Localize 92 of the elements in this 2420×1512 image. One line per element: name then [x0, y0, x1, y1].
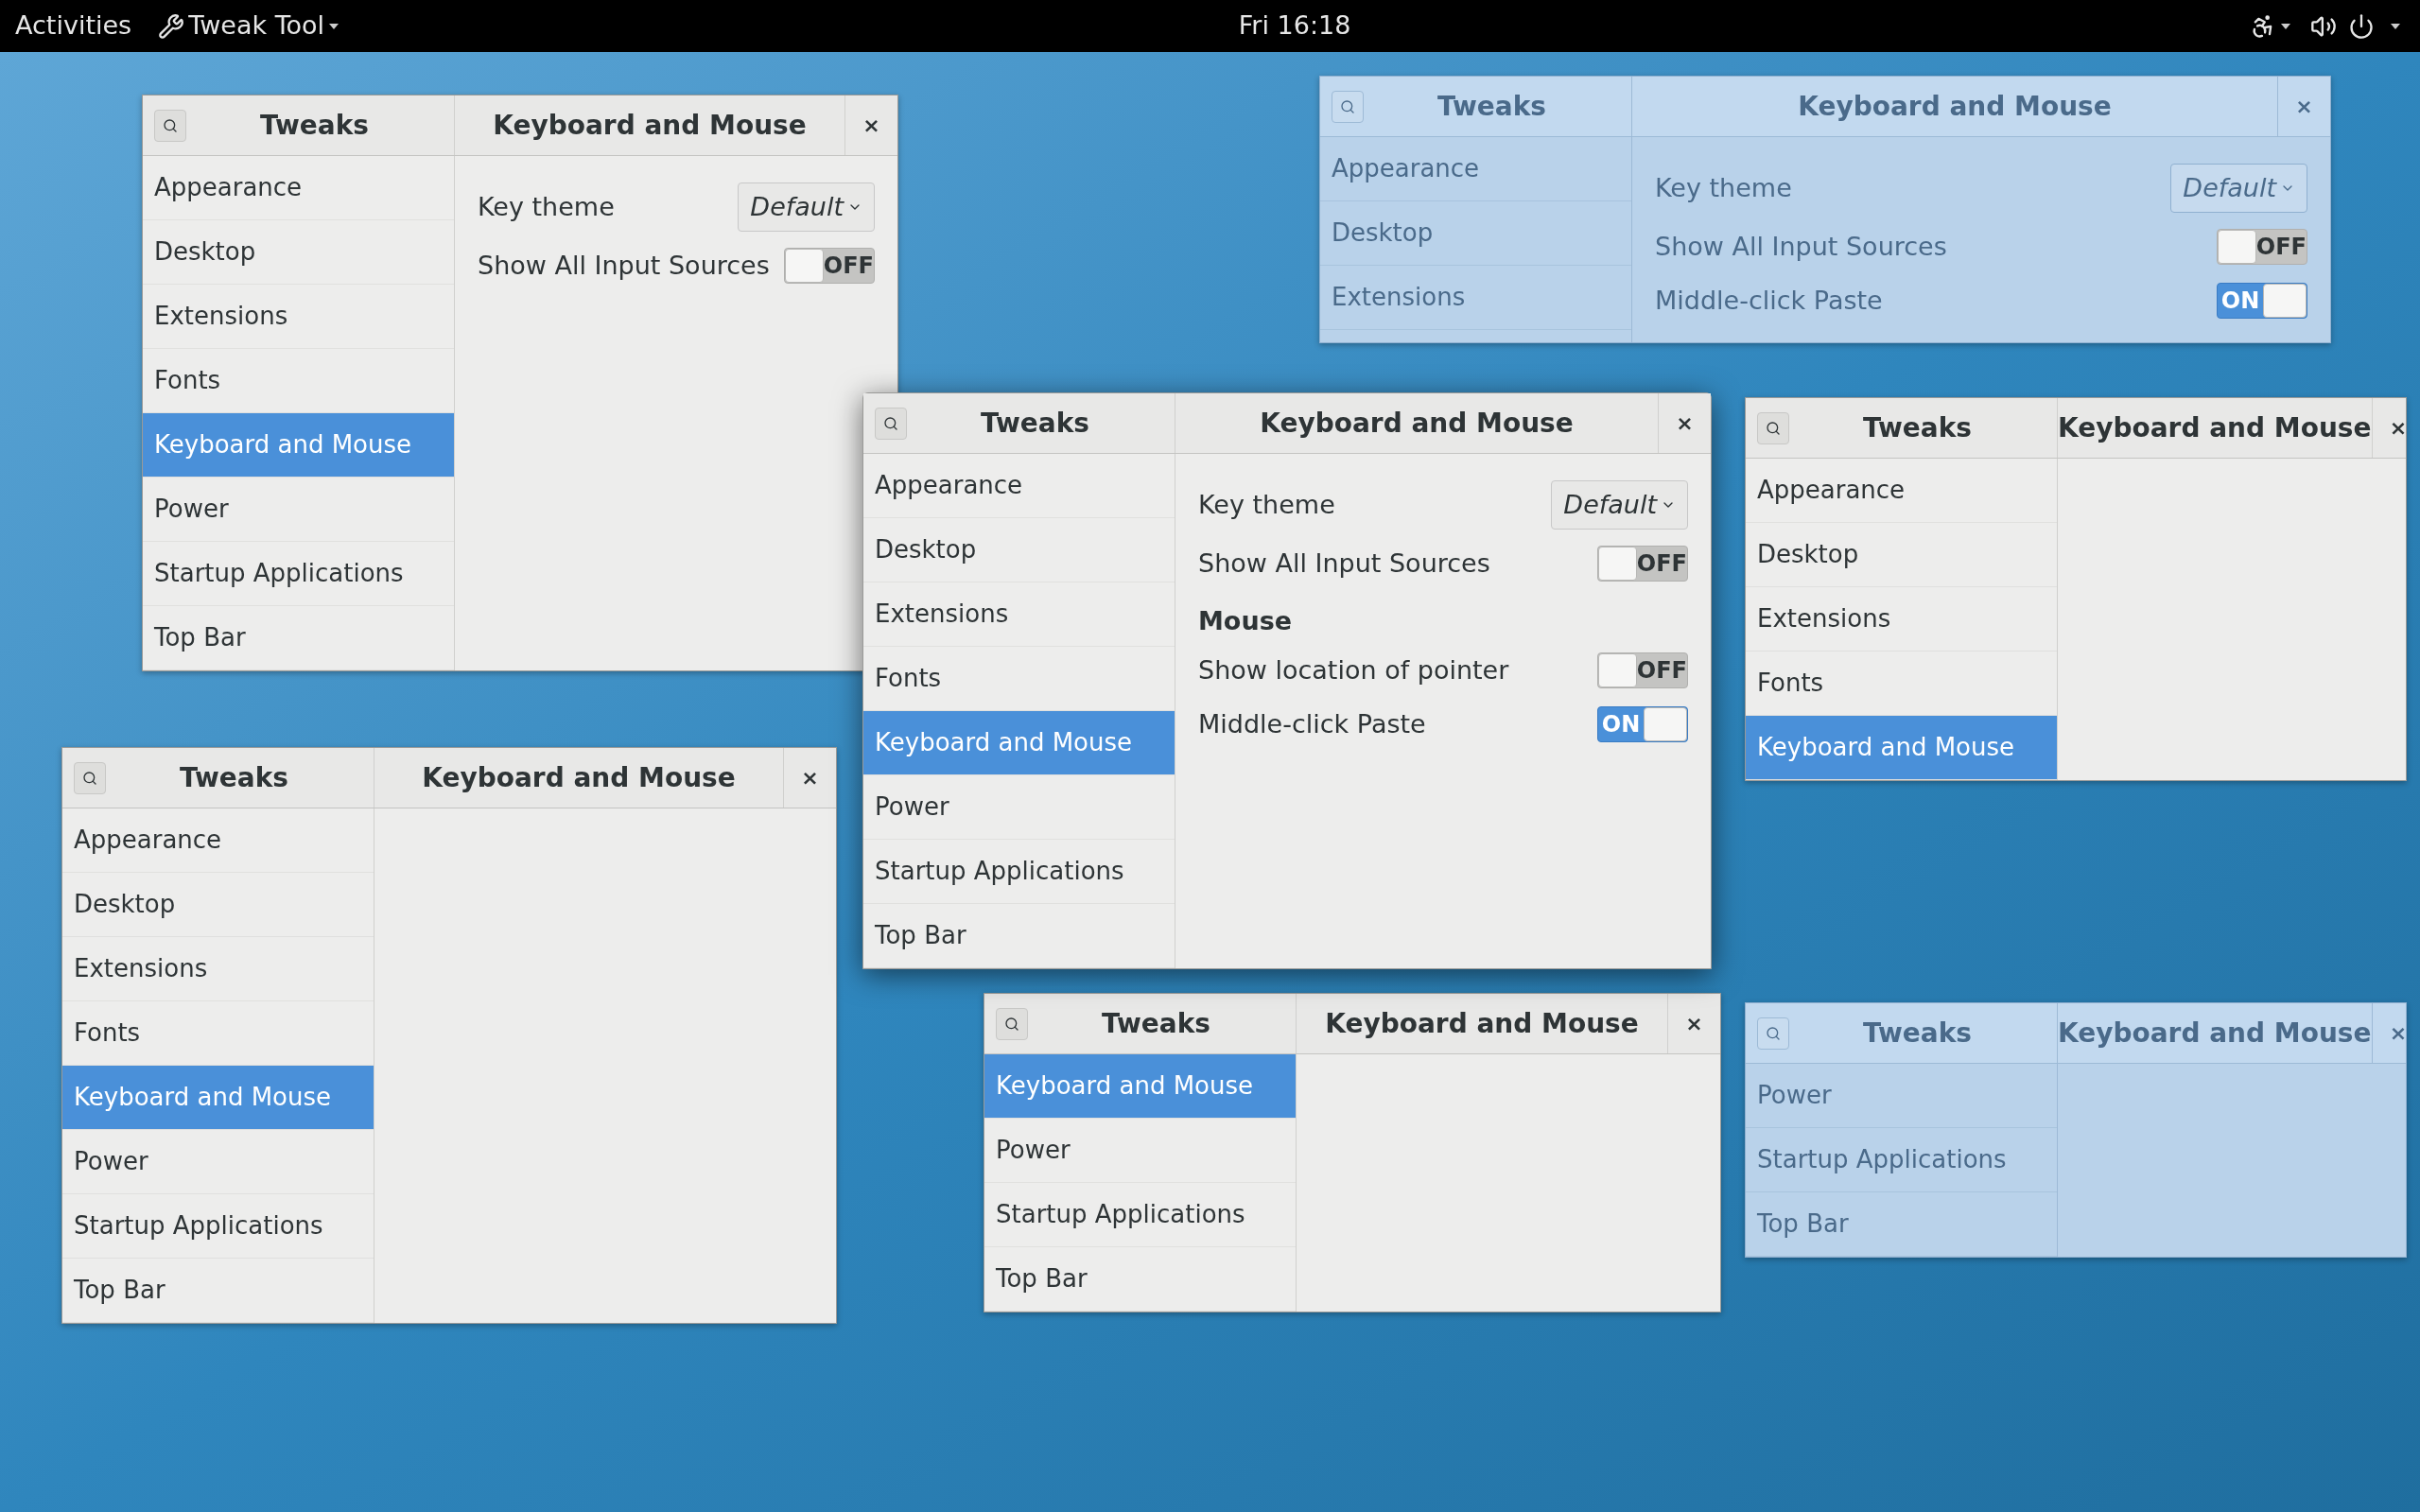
toggle-switch[interactable]: OFF — [784, 248, 875, 285]
sidebar-item[interactable]: Top Bar — [62, 1259, 374, 1323]
search-icon — [163, 117, 178, 133]
search-button[interactable] — [74, 761, 106, 794]
sidebar-item[interactable]: Appearance — [1746, 459, 2057, 523]
search-button[interactable] — [996, 1007, 1028, 1040]
window-title: Tweaks — [979, 406, 1091, 441]
activities-button[interactable]: Activities — [11, 7, 136, 45]
system-menu[interactable] — [2310, 12, 2401, 40]
search-icon — [883, 415, 898, 431]
sidebar-item[interactable]: Startup Applications — [1746, 1128, 2057, 1192]
search-button[interactable] — [1757, 1017, 1789, 1050]
search-button[interactable] — [1757, 411, 1789, 444]
close-button[interactable]: × — [2389, 1017, 2408, 1049]
setting-label: Key theme — [1655, 171, 1792, 204]
sidebar-item[interactable]: Power — [62, 1130, 374, 1194]
page-title: Keyboard and Mouse — [2058, 410, 2372, 445]
search-icon — [1766, 420, 1781, 436]
sidebar-item[interactable]: Power — [143, 478, 454, 542]
window-title: Tweaks — [1100, 1006, 1212, 1041]
sidebar-item[interactable]: Appearance — [143, 156, 454, 220]
sidebar-item[interactable]: Desktop — [62, 873, 374, 937]
close-button[interactable]: × — [1676, 408, 1694, 439]
setting-label: Show All Input Sources — [1655, 231, 1947, 263]
sidebar-item[interactable]: Extensions — [863, 582, 1175, 647]
page-title: Keyboard and Mouse — [2058, 1016, 2372, 1051]
close-button[interactable]: × — [2295, 91, 2313, 122]
power-icon — [2348, 12, 2375, 40]
sidebar-item[interactable]: Extensions — [143, 285, 454, 349]
sidebar-item[interactable]: Startup Applications — [984, 1183, 1296, 1247]
caret-icon — [2390, 22, 2401, 30]
window-title: Tweaks — [178, 760, 290, 795]
setting-label: Show All Input Sources — [1198, 547, 1490, 580]
caret-icon — [2280, 22, 2291, 30]
close-button[interactable]: × — [2389, 412, 2408, 443]
key-theme-dropdown[interactable]: Default — [1551, 480, 1688, 530]
sidebar-item[interactable]: Appearance — [863, 454, 1175, 518]
setting-label: Show All Input Sources — [478, 250, 770, 282]
sidebar-item[interactable]: Desktop — [1320, 201, 1631, 266]
key-theme-dropdown[interactable]: Default — [2170, 164, 2307, 213]
sidebar-item[interactable]: Power — [984, 1119, 1296, 1183]
sidebar-item[interactable]: Startup Applications — [62, 1194, 374, 1259]
sidebar-item[interactable]: Appearance — [62, 808, 374, 873]
sidebar-item[interactable]: Extensions — [62, 937, 374, 1001]
close-button[interactable]: × — [862, 110, 880, 141]
toggle-switch[interactable]: OFF — [1597, 652, 1688, 689]
search-button[interactable] — [1332, 90, 1364, 123]
search-button[interactable] — [875, 407, 907, 440]
section-heading: Mouse — [1198, 605, 1293, 635]
wrench-icon — [158, 12, 185, 40]
search-icon — [1340, 98, 1355, 114]
sidebar-item[interactable]: Appearance — [1320, 137, 1631, 201]
sidebar-item[interactable]: Power — [863, 775, 1175, 840]
sidebar-item[interactable]: Desktop — [143, 220, 454, 285]
sidebar-item[interactable]: Startup Applications — [863, 840, 1175, 904]
page-title: Keyboard and Mouse — [1325, 1006, 1639, 1041]
sidebar-item[interactable]: Power — [1746, 1064, 2057, 1128]
sidebar-item[interactable]: Desktop — [1746, 523, 2057, 587]
close-button[interactable]: × — [1685, 1008, 1703, 1039]
page-title: Keyboard and Mouse — [493, 108, 807, 143]
window-title: Tweaks — [1861, 410, 1974, 445]
search-icon — [82, 770, 97, 786]
window-title: Tweaks — [258, 108, 371, 143]
search-icon — [1004, 1016, 1019, 1032]
setting-label: Middle-click Paste — [1655, 284, 1883, 317]
window-title: Tweaks — [1861, 1016, 1974, 1051]
app-menu[interactable]: Tweak Tool — [158, 7, 340, 45]
accessibility-menu[interactable] — [2250, 12, 2291, 40]
clock[interactable]: Fri 16:18 — [1238, 7, 1351, 45]
setting-label: Key theme — [478, 190, 615, 223]
key-theme-dropdown[interactable]: Default — [738, 182, 875, 232]
sidebar-item[interactable]: Desktop — [863, 518, 1175, 582]
sidebar-item[interactable]: Extensions — [1320, 266, 1631, 330]
toggle-switch[interactable]: OFF — [2217, 229, 2307, 266]
sidebar-item[interactable]: Top Bar — [1746, 1192, 2057, 1257]
setting-label: Show location of pointer — [1198, 654, 1509, 686]
sidebar-item[interactable]: Extensions — [1746, 587, 2057, 652]
window-title: Tweaks — [1436, 89, 1548, 124]
sidebar-item[interactable]: Startup Applications — [143, 542, 454, 606]
sidebar-item[interactable]: Top Bar — [863, 904, 1175, 968]
search-icon — [1766, 1025, 1781, 1041]
search-button[interactable] — [154, 109, 186, 142]
close-button[interactable]: × — [801, 762, 819, 793]
page-title: Keyboard and Mouse — [1260, 406, 1574, 441]
page-title: Keyboard and Mouse — [1798, 89, 2112, 124]
setting-label: Key theme — [1198, 488, 1335, 521]
page-title: Keyboard and Mouse — [422, 760, 736, 795]
sidebar-item[interactable]: Top Bar — [143, 606, 454, 670]
sidebar-item[interactable]: Top Bar — [984, 1247, 1296, 1312]
setting-label: Middle-click Paste — [1198, 707, 1426, 740]
toggle-switch[interactable]: OFF — [1597, 546, 1688, 582]
caret-icon — [328, 22, 340, 30]
